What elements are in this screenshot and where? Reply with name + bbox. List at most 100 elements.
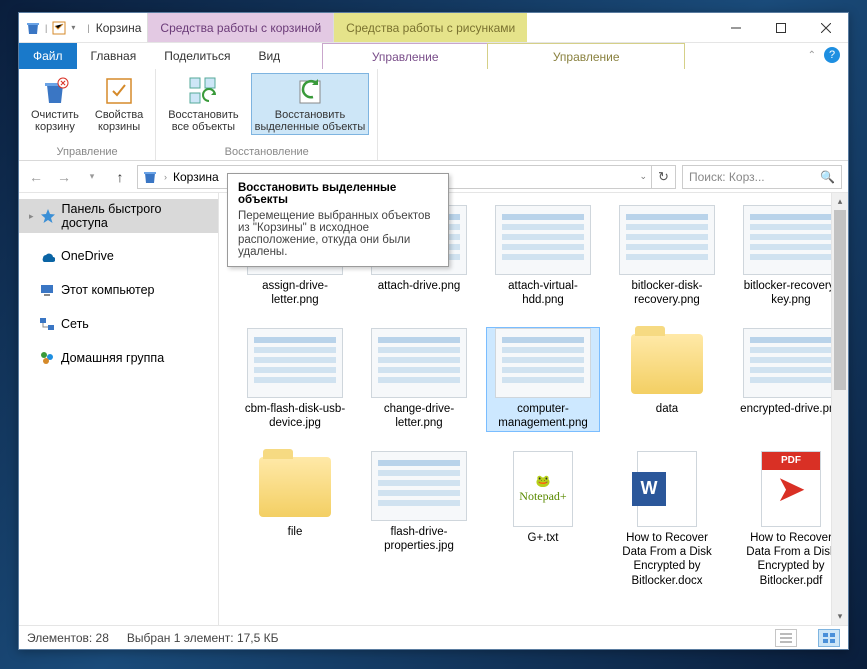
ribbon-group-restore: Восстановить все объекты Восстановить вы… (156, 69, 378, 160)
back-button[interactable]: ← (25, 166, 47, 188)
window-controls (713, 13, 848, 42)
text-doc-icon: 🐸Notepad+ (513, 451, 573, 527)
image-thumbnail (743, 328, 839, 398)
navigation-pane: ▸ Панель быстрого доступа OneDrive Этот … (19, 193, 219, 625)
scroll-down-icon[interactable]: ▾ (832, 608, 848, 625)
file-item[interactable]: WHow to Recover Data From a Disk Encrypt… (611, 451, 723, 589)
folder-icon (259, 457, 331, 517)
tab-view[interactable]: Вид (244, 43, 294, 69)
file-name: change-drive-letter.png (365, 402, 473, 431)
recycle-bin-icon (142, 169, 158, 185)
file-name: cbm-flash-disk-usb-device.jpg (241, 402, 349, 431)
network-icon (39, 316, 55, 332)
ribbon-group-label: Восстановление (164, 144, 369, 158)
empty-recycle-bin-button[interactable]: Очистить корзину (27, 73, 83, 135)
file-name: encrypted-drive.png (740, 402, 842, 416)
address-dropdown-icon[interactable]: ⌄ (639, 171, 647, 182)
file-item[interactable]: attach-virtual-hdd.png (487, 205, 599, 308)
close-button[interactable] (803, 13, 848, 42)
file-item[interactable]: data (611, 328, 723, 431)
file-name: attach-drive.png (378, 279, 460, 293)
file-name: How to Recover Data From a Disk Encrypte… (737, 531, 845, 589)
file-name: bitlocker-recovery-key.png (737, 279, 845, 308)
chevron-right-icon[interactable]: › (164, 172, 167, 182)
file-item[interactable]: change-drive-letter.png (363, 328, 475, 431)
file-name: data (656, 402, 678, 416)
image-thumbnail (495, 328, 591, 398)
file-name: attach-virtual-hdd.png (489, 279, 597, 308)
sidebar-item-onedrive[interactable]: OneDrive (19, 245, 218, 267)
status-item-count: Элементов: 28 (27, 631, 109, 645)
restore-selected-button[interactable]: Восстановить выделенные объекты (251, 73, 370, 135)
tab-share[interactable]: Поделиться (150, 43, 244, 69)
file-name: How to Recover Data From a Disk Encrypte… (613, 531, 721, 589)
refresh-button[interactable]: ↻ (652, 165, 676, 189)
scroll-up-icon[interactable]: ▴ (832, 193, 848, 210)
title-bar: | ▾ | Корзина Средства работы с корзиной… (19, 13, 848, 43)
recent-dropdown[interactable]: ▾ (81, 166, 103, 188)
file-name: computer-management.png (489, 402, 597, 431)
image-thumbnail (371, 451, 467, 521)
file-item[interactable]: computer-management.png (487, 328, 599, 431)
tooltip-title: Восстановить выделенные объекты (238, 182, 438, 206)
sidebar-item-network[interactable]: Сеть (19, 313, 218, 335)
vertical-scrollbar[interactable]: ▴ ▾ (831, 193, 848, 625)
tab-file[interactable]: Файл (19, 43, 77, 69)
qat-dropdown-icon[interactable]: ▾ (71, 23, 75, 32)
file-item[interactable]: file (239, 451, 351, 589)
scroll-thumb[interactable] (834, 210, 846, 390)
recycle-bin-icon (25, 20, 41, 36)
file-item[interactable]: cbm-flash-disk-usb-device.jpg (239, 328, 351, 431)
context-tab-recycle[interactable]: Средства работы с корзиной (147, 13, 333, 42)
onedrive-icon (39, 248, 55, 264)
tooltip-body: Перемещение выбранных объектов из "Корзи… (238, 210, 438, 258)
properties-qat-icon[interactable] (51, 20, 67, 36)
file-name: flash-drive-properties.jpg (365, 525, 473, 554)
details-view-button[interactable] (775, 629, 797, 647)
sidebar-item-quick-access[interactable]: ▸ Панель быстрого доступа (19, 199, 218, 233)
ribbon-tabs: Файл Главная Поделиться Вид Управление У… (19, 43, 848, 69)
file-item[interactable]: flash-drive-properties.jpg (363, 451, 475, 589)
file-name: bitlocker-disk-recovery.png (613, 279, 721, 308)
image-thumbnail (495, 205, 591, 275)
quick-access-toolbar: | ▾ (19, 13, 81, 42)
sidebar-item-this-pc[interactable]: Этот компьютер (19, 279, 218, 301)
tab-manage-recycle[interactable]: Управление (322, 43, 488, 69)
thumbnails-view-button[interactable] (818, 629, 840, 647)
empty-recycle-bin-icon (39, 75, 71, 107)
tab-manage-pictures[interactable]: Управление (487, 43, 685, 69)
window-title: | Корзина (81, 13, 147, 42)
recycle-bin-properties-button[interactable]: Свойства корзины (91, 73, 147, 135)
pdf-doc-icon: PDF➤ (761, 451, 821, 527)
status-bar: Элементов: 28 Выбран 1 элемент: 17,5 КБ (19, 625, 848, 649)
up-button[interactable]: ↑ (109, 166, 131, 188)
minimize-button[interactable] (713, 13, 758, 42)
sidebar-item-homegroup[interactable]: Домашняя группа (19, 347, 218, 369)
image-thumbnail (371, 328, 467, 398)
folder-icon (631, 334, 703, 394)
context-tab-pictures[interactable]: Средства работы с рисунками (333, 13, 527, 42)
file-item[interactable]: 🐸Notepad+ G+.txt (487, 451, 599, 589)
help-icon[interactable]: ? (824, 47, 840, 63)
image-thumbnail (743, 205, 839, 275)
tab-home[interactable]: Главная (77, 43, 151, 69)
file-item[interactable]: bitlocker-disk-recovery.png (611, 205, 723, 308)
search-input[interactable]: Поиск: Корз... 🔍 (682, 165, 842, 189)
word-doc-icon: W (637, 451, 697, 527)
collapse-ribbon-icon[interactable]: ⌃ (808, 50, 816, 61)
restore-all-icon (187, 75, 219, 107)
file-name: assign-drive-letter.png (241, 279, 349, 308)
breadcrumb-item[interactable]: Корзина (173, 170, 219, 184)
search-icon: 🔍 (820, 170, 835, 184)
file-name: file (288, 525, 303, 539)
ribbon-group-manage: Очистить корзину Свойства корзины Управл… (19, 69, 156, 160)
file-name: G+.txt (528, 531, 559, 545)
explorer-window: | ▾ | Корзина Средства работы с корзиной… (18, 12, 849, 650)
ribbon: Очистить корзину Свойства корзины Управл… (19, 69, 848, 161)
forward-button[interactable]: → (53, 166, 75, 188)
restore-all-button[interactable]: Восстановить все объекты (164, 73, 242, 135)
star-icon (40, 208, 56, 224)
restore-selected-icon (294, 75, 326, 107)
qat-divider: | (45, 23, 47, 33)
maximize-button[interactable] (758, 13, 803, 42)
